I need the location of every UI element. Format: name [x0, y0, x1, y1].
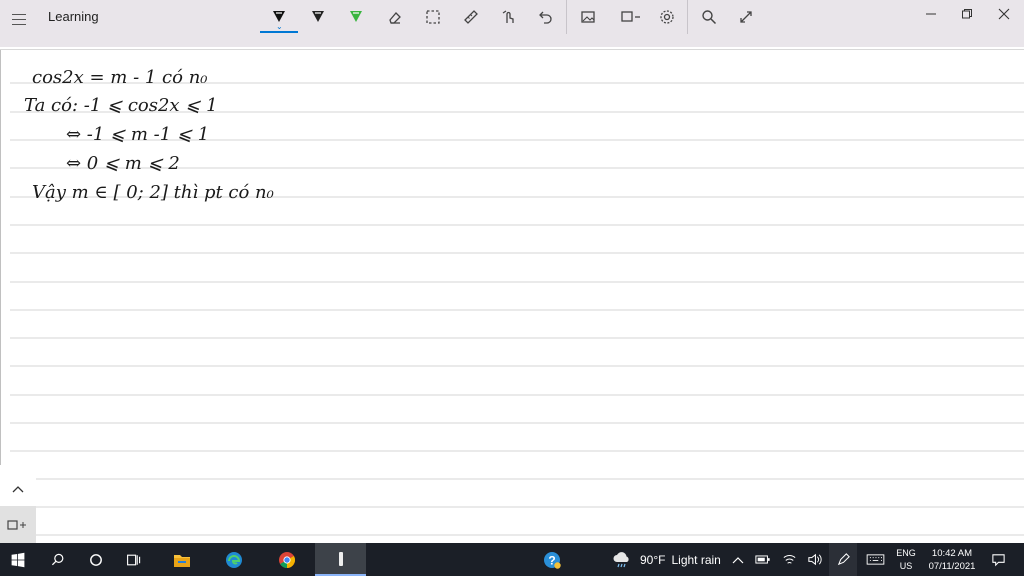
touch-writing-icon: [502, 10, 514, 23]
restore-icon: [962, 9, 972, 19]
pencil-icon: [312, 11, 324, 22]
minimize-icon: [926, 13, 936, 15]
zoom-icon: [702, 10, 717, 25]
network-button[interactable]: [778, 543, 800, 576]
crop-icon: [621, 11, 640, 22]
lasso-select-icon: [426, 10, 440, 24]
edge-icon: [226, 551, 242, 568]
clock-time: 10:42 AM: [931, 548, 973, 559]
touch-writing-button[interactable]: [494, 5, 524, 29]
battery-icon: [755, 555, 770, 564]
menu-hamburger-icon[interactable]: [12, 14, 26, 26]
undo-button[interactable]: [530, 5, 560, 29]
pencil-button[interactable]: [303, 5, 333, 29]
clock[interactable]: 10:42 AM 07/11/2021: [922, 547, 982, 573]
highlighter-button[interactable]: [341, 5, 371, 29]
volume-button[interactable]: [803, 543, 825, 576]
chevron-down-icon: ⌄: [276, 22, 283, 31]
expand-toolbar-button[interactable]: [0, 472, 36, 506]
file-explorer-icon: [174, 554, 190, 567]
wifi-icon: [783, 554, 795, 564]
cloud-rain-icon: [613, 551, 629, 567]
highlighter-icon: [350, 11, 362, 22]
search-icon: [51, 553, 64, 565]
touch-keyboard-button[interactable]: [862, 543, 888, 576]
note-line-4: ⇔ 0 ⩽ m ⩽ 2: [66, 153, 180, 174]
crop-button[interactable]: [614, 5, 648, 29]
cortana-icon: [90, 553, 102, 566]
keyboard-icon: [866, 554, 884, 565]
help-icon: ?: [544, 551, 561, 569]
battery-button[interactable]: [752, 543, 774, 576]
task-view-icon: [127, 554, 141, 565]
add-image-button[interactable]: [573, 5, 603, 29]
full-screen-icon: [740, 11, 752, 23]
page-icon: [7, 519, 26, 530]
pen-workspace-icon: [837, 553, 850, 566]
lasso-select-button[interactable]: [418, 5, 448, 29]
handwritten-notes: cos2x = m - 1 có n₀ Ta có: -1 ⩽ cos2x ⩽ …: [24, 67, 274, 203]
start-icon: [11, 552, 25, 567]
ruler-icon: [464, 10, 478, 24]
note-line-5: Vậy m ∈ [ 0; 2] thì pt có n₀: [32, 182, 274, 203]
chrome-icon: [279, 551, 295, 568]
ruler-button[interactable]: [456, 5, 486, 29]
show-hidden-icons-button[interactable]: [728, 543, 748, 576]
edge-button[interactable]: [216, 543, 252, 576]
undo-icon: [539, 11, 552, 24]
whiteboard-app-button[interactable]: [315, 543, 366, 576]
help-button[interactable]: ?: [538, 543, 566, 576]
app-title: Learning: [48, 9, 99, 24]
settings-button[interactable]: [652, 5, 682, 29]
ink-canvas[interactable]: cos2x = m - 1 có n₀ Ta có: -1 ⩽ cos2x ⩽ …: [0, 47, 1024, 543]
search-button[interactable]: [40, 543, 76, 576]
restore-button[interactable]: [953, 4, 981, 24]
whiteboard-app-icon: [338, 551, 343, 566]
note-line-1: cos2x = m - 1 có n₀: [32, 67, 208, 88]
zoom-button[interactable]: [694, 5, 724, 29]
file-explorer-button[interactable]: [164, 543, 200, 576]
title-bar: Learning ⌄: [0, 0, 1024, 47]
close-button[interactable]: [990, 4, 1018, 24]
clock-date: 07/11/2021: [928, 561, 976, 572]
eraser-icon: [389, 12, 401, 24]
language-code: ENG: [896, 548, 916, 558]
note-line-3: ⇔ -1 ⩽ m -1 ⩽ 1: [66, 124, 209, 145]
chrome-button[interactable]: [268, 543, 306, 576]
settings-icon: [660, 10, 674, 24]
cortana-button[interactable]: [78, 543, 114, 576]
eraser-button[interactable]: [380, 5, 410, 29]
region-code: US: [899, 561, 913, 571]
taskbar: ? 90°F Light rain ENG US 10:42 AM 07/11/…: [0, 543, 1024, 576]
page-navigation-button[interactable]: [0, 506, 36, 543]
volume-icon: [807, 553, 822, 566]
task-view-button[interactable]: [116, 543, 152, 576]
active-tool-underline: [260, 31, 298, 33]
notifications-button[interactable]: [986, 543, 1010, 576]
add-image-icon: [581, 11, 595, 23]
note-line-2: Ta có: -1 ⩽ cos2x ⩽ 1: [24, 95, 218, 116]
toolbar-divider: [687, 0, 688, 34]
language-indicator[interactable]: ENG US: [890, 547, 922, 573]
weather-widget[interactable]: 90°F Light rain: [612, 543, 721, 576]
minimize-button[interactable]: [917, 4, 945, 24]
close-icon: [998, 8, 1010, 20]
chevron-up-icon: [732, 556, 744, 563]
weather-temp: 90°F: [640, 552, 666, 567]
start-button[interactable]: [0, 543, 36, 576]
chevron-up-icon: [12, 486, 24, 493]
toolbar-divider: [566, 0, 567, 34]
pen-workspace-button[interactable]: [829, 543, 857, 576]
weather-condition: Light rain: [671, 552, 721, 567]
notification-icon: [991, 554, 1005, 567]
full-screen-button[interactable]: [731, 5, 761, 29]
